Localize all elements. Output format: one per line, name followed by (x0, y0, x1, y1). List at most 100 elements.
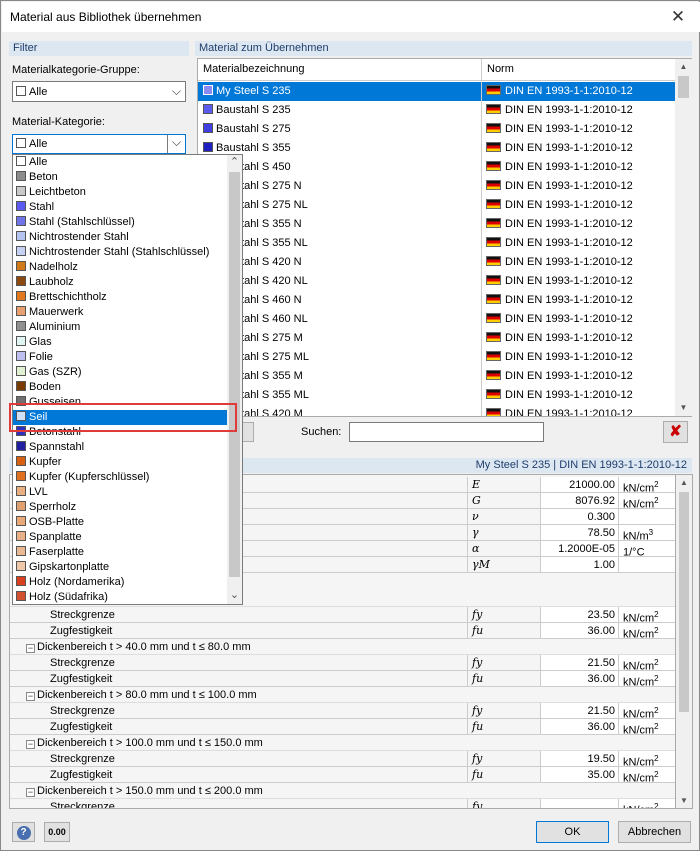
dropdown-item[interactable]: Sperrholz (13, 500, 227, 515)
property-row[interactable]: Streckgrenze fy kN/cm2 (10, 799, 675, 808)
table-row[interactable]: Baustahl S 275 M DIN EN 1993-1-1:2010-12 (198, 329, 675, 348)
value-cell[interactable]: 21000.00 (541, 477, 619, 493)
units-icon[interactable]: 0.00 (44, 822, 70, 842)
help-icon[interactable]: ? (12, 822, 35, 842)
scroll-thumb[interactable] (679, 492, 689, 712)
chevron-down-icon[interactable]: ⌵ (167, 135, 185, 153)
materials-list[interactable]: Materialbezeichnung Norm My Steel S 235 D… (197, 58, 692, 417)
property-row[interactable]: − Dickenbereich t > 100.0 mm und t ≤ 150.… (10, 735, 675, 751)
dropdown-item[interactable]: Spannstahl (13, 440, 227, 455)
table-row[interactable]: Baustahl S 355 ML DIN EN 1993-1-1:2010-12 (198, 386, 675, 405)
dropdown-item[interactable]: Kupfer (Kupferschlüssel) (13, 470, 227, 485)
property-row[interactable]: Streckgrenze fy 19.50 kN/cm2 (10, 751, 675, 767)
dropdown-item[interactable]: Mauerwerk (13, 305, 227, 320)
property-row[interactable]: Zugfestigkeit fu 36.00 kN/cm2 (10, 671, 675, 687)
dropdown-item[interactable]: LVL (13, 485, 227, 500)
dropdown-item[interactable]: Laubholz (13, 275, 227, 290)
property-row[interactable]: Streckgrenze fy 21.50 kN/cm2 (10, 655, 675, 671)
dropdown-item[interactable]: Beton (13, 170, 227, 185)
table-row[interactable]: Baustahl S 355 NL DIN EN 1993-1-1:2010-12 (198, 234, 675, 253)
table-row[interactable]: Baustahl S 420 N DIN EN 1993-1-1:2010-12 (198, 253, 675, 272)
search-input[interactable] (349, 422, 544, 442)
collapse-toggle-icon[interactable]: − (26, 644, 35, 653)
dropdown-item[interactable]: Faserplatte (13, 545, 227, 560)
chevron-down-icon[interactable]: ⌄ (227, 589, 242, 604)
dropdown-item[interactable]: Stahl (13, 200, 227, 215)
table-row[interactable]: Baustahl S 275 NL DIN EN 1993-1-1:2010-12 (198, 196, 675, 215)
close-icon[interactable]: ✕ (656, 2, 700, 32)
ok-button[interactable]: OK (536, 821, 609, 843)
dropdown-item[interactable]: OSB-Platte (13, 515, 227, 530)
table-row[interactable]: Baustahl S 420 M DIN EN 1993-1-1:2010-12 (198, 405, 675, 416)
dropdown-item[interactable]: Holz (Nordamerika) (13, 575, 227, 590)
value-cell[interactable] (541, 799, 619, 808)
table-row[interactable]: Baustahl S 460 N DIN EN 1993-1-1:2010-12 (198, 291, 675, 310)
dropdown-item[interactable]: Nichtrostender Stahl (13, 230, 227, 245)
collapse-toggle-icon[interactable]: − (26, 692, 35, 701)
table-row[interactable]: Baustahl S 450 DIN EN 1993-1-1:2010-12 (198, 158, 675, 177)
cancel-button[interactable]: Abbrechen (618, 821, 691, 843)
value-cell[interactable]: 0.300 (541, 509, 619, 525)
value-cell[interactable]: 36.00 (541, 719, 619, 735)
value-cell[interactable]: 21.50 (541, 703, 619, 719)
value-cell[interactable]: 23.50 (541, 607, 619, 623)
dropdown-item[interactable]: Gipskartonplatte (13, 560, 227, 575)
col-norm-header[interactable]: Norm (487, 63, 514, 75)
value-cell[interactable]: 78.50 (541, 525, 619, 541)
value-cell[interactable]: 1.00 (541, 557, 619, 573)
value-cell[interactable]: 36.00 (541, 671, 619, 687)
property-row[interactable]: Streckgrenze fy 23.50 kN/cm2 (10, 607, 675, 623)
table-row[interactable]: My Steel S 235 DIN EN 1993-1-1:2010-12 (198, 82, 675, 101)
scroll-down-icon[interactable]: ▼ (676, 793, 692, 809)
collapse-toggle-icon[interactable]: − (26, 740, 35, 749)
dropdown-item[interactable]: Aluminium (13, 320, 227, 335)
dropdown-item[interactable]: Alle (13, 155, 227, 170)
scroll-thumb[interactable] (229, 172, 240, 577)
list-scrollbar[interactable]: ▲ ▼ (675, 59, 692, 416)
value-cell[interactable]: 19.50 (541, 751, 619, 767)
value-cell[interactable]: 36.00 (541, 623, 619, 639)
group-combobox[interactable]: Alle ⌵ (12, 81, 186, 102)
dropdown-scrollbar[interactable]: ⌃ ⌄ (227, 155, 242, 604)
dropdown-item[interactable]: Nadelholz (13, 260, 227, 275)
property-row[interactable]: Zugfestigkeit fu 35.00 kN/cm2 (10, 767, 675, 783)
table-row[interactable]: Baustahl S 460 NL DIN EN 1993-1-1:2010-12 (198, 310, 675, 329)
property-row[interactable]: − Dickenbereich t > 40.0 mm und t ≤ 80.0 … (10, 639, 675, 655)
dropdown-item[interactable]: Kupfer (13, 455, 227, 470)
dropdown-item[interactable]: Nichtrostender Stahl (Stahlschlüssel) (13, 245, 227, 260)
scroll-up-icon[interactable]: ▲ (676, 475, 692, 491)
dropdown-item[interactable]: Holz (Südafrika) (13, 590, 227, 604)
scroll-up-icon[interactable]: ▲ (675, 59, 692, 75)
clear-filter-icon[interactable]: ✘ (663, 421, 688, 443)
chevron-up-icon[interactable]: ⌃ (227, 155, 242, 170)
table-row[interactable]: Baustahl S 275 ML DIN EN 1993-1-1:2010-12 (198, 348, 675, 367)
dropdown-item[interactable]: Spanplatte (13, 530, 227, 545)
table-row[interactable]: Baustahl S 275 N DIN EN 1993-1-1:2010-12 (198, 177, 675, 196)
props-scrollbar[interactable]: ▲ ▼ (676, 474, 693, 809)
collapse-toggle-icon[interactable]: − (26, 788, 35, 797)
dropdown-item[interactable]: Boden (13, 380, 227, 395)
property-row[interactable]: Zugfestigkeit fu 36.00 kN/cm2 (10, 719, 675, 735)
dropdown-item[interactable]: Glas (13, 335, 227, 350)
table-row[interactable]: Baustahl S 235 DIN EN 1993-1-1:2010-12 (198, 101, 675, 120)
property-row[interactable]: − Dickenbereich t > 80.0 mm und t ≤ 100.0… (10, 687, 675, 703)
table-row[interactable]: Baustahl S 355 M DIN EN 1993-1-1:2010-12 (198, 367, 675, 386)
scroll-thumb[interactable] (678, 76, 689, 98)
table-row[interactable]: Baustahl S 355 DIN EN 1993-1-1:2010-12 (198, 139, 675, 158)
dropdown-item[interactable]: Folie (13, 350, 227, 365)
table-row[interactable]: Baustahl S 355 N DIN EN 1993-1-1:2010-12 (198, 215, 675, 234)
dropdown-item[interactable]: Brettschichtholz (13, 290, 227, 305)
property-row[interactable]: Zugfestigkeit fu 36.00 kN/cm2 (10, 623, 675, 639)
category-combobox[interactable]: Alle ⌵ (12, 134, 186, 154)
category-dropdown[interactable]: Alle Beton Leichtbeton Stahl Stahl (Stahlsch… (12, 154, 243, 605)
scroll-down-icon[interactable]: ▼ (675, 400, 692, 416)
col-name-header[interactable]: Materialbezeichnung (203, 63, 305, 75)
table-row[interactable]: Baustahl S 275 DIN EN 1993-1-1:2010-12 (198, 120, 675, 139)
value-cell[interactable]: 35.00 (541, 767, 619, 783)
dropdown-item[interactable]: Leichtbeton (13, 185, 227, 200)
table-row[interactable]: Baustahl S 420 NL DIN EN 1993-1-1:2010-12 (198, 272, 675, 291)
property-row[interactable]: − Dickenbereich t > 150.0 mm und t ≤ 200.… (10, 783, 675, 799)
dropdown-item[interactable]: Stahl (Stahlschlüssel) (13, 215, 227, 230)
value-cell[interactable]: 8076.92 (541, 493, 619, 509)
value-cell[interactable]: 1.2000E-05 (541, 541, 619, 557)
